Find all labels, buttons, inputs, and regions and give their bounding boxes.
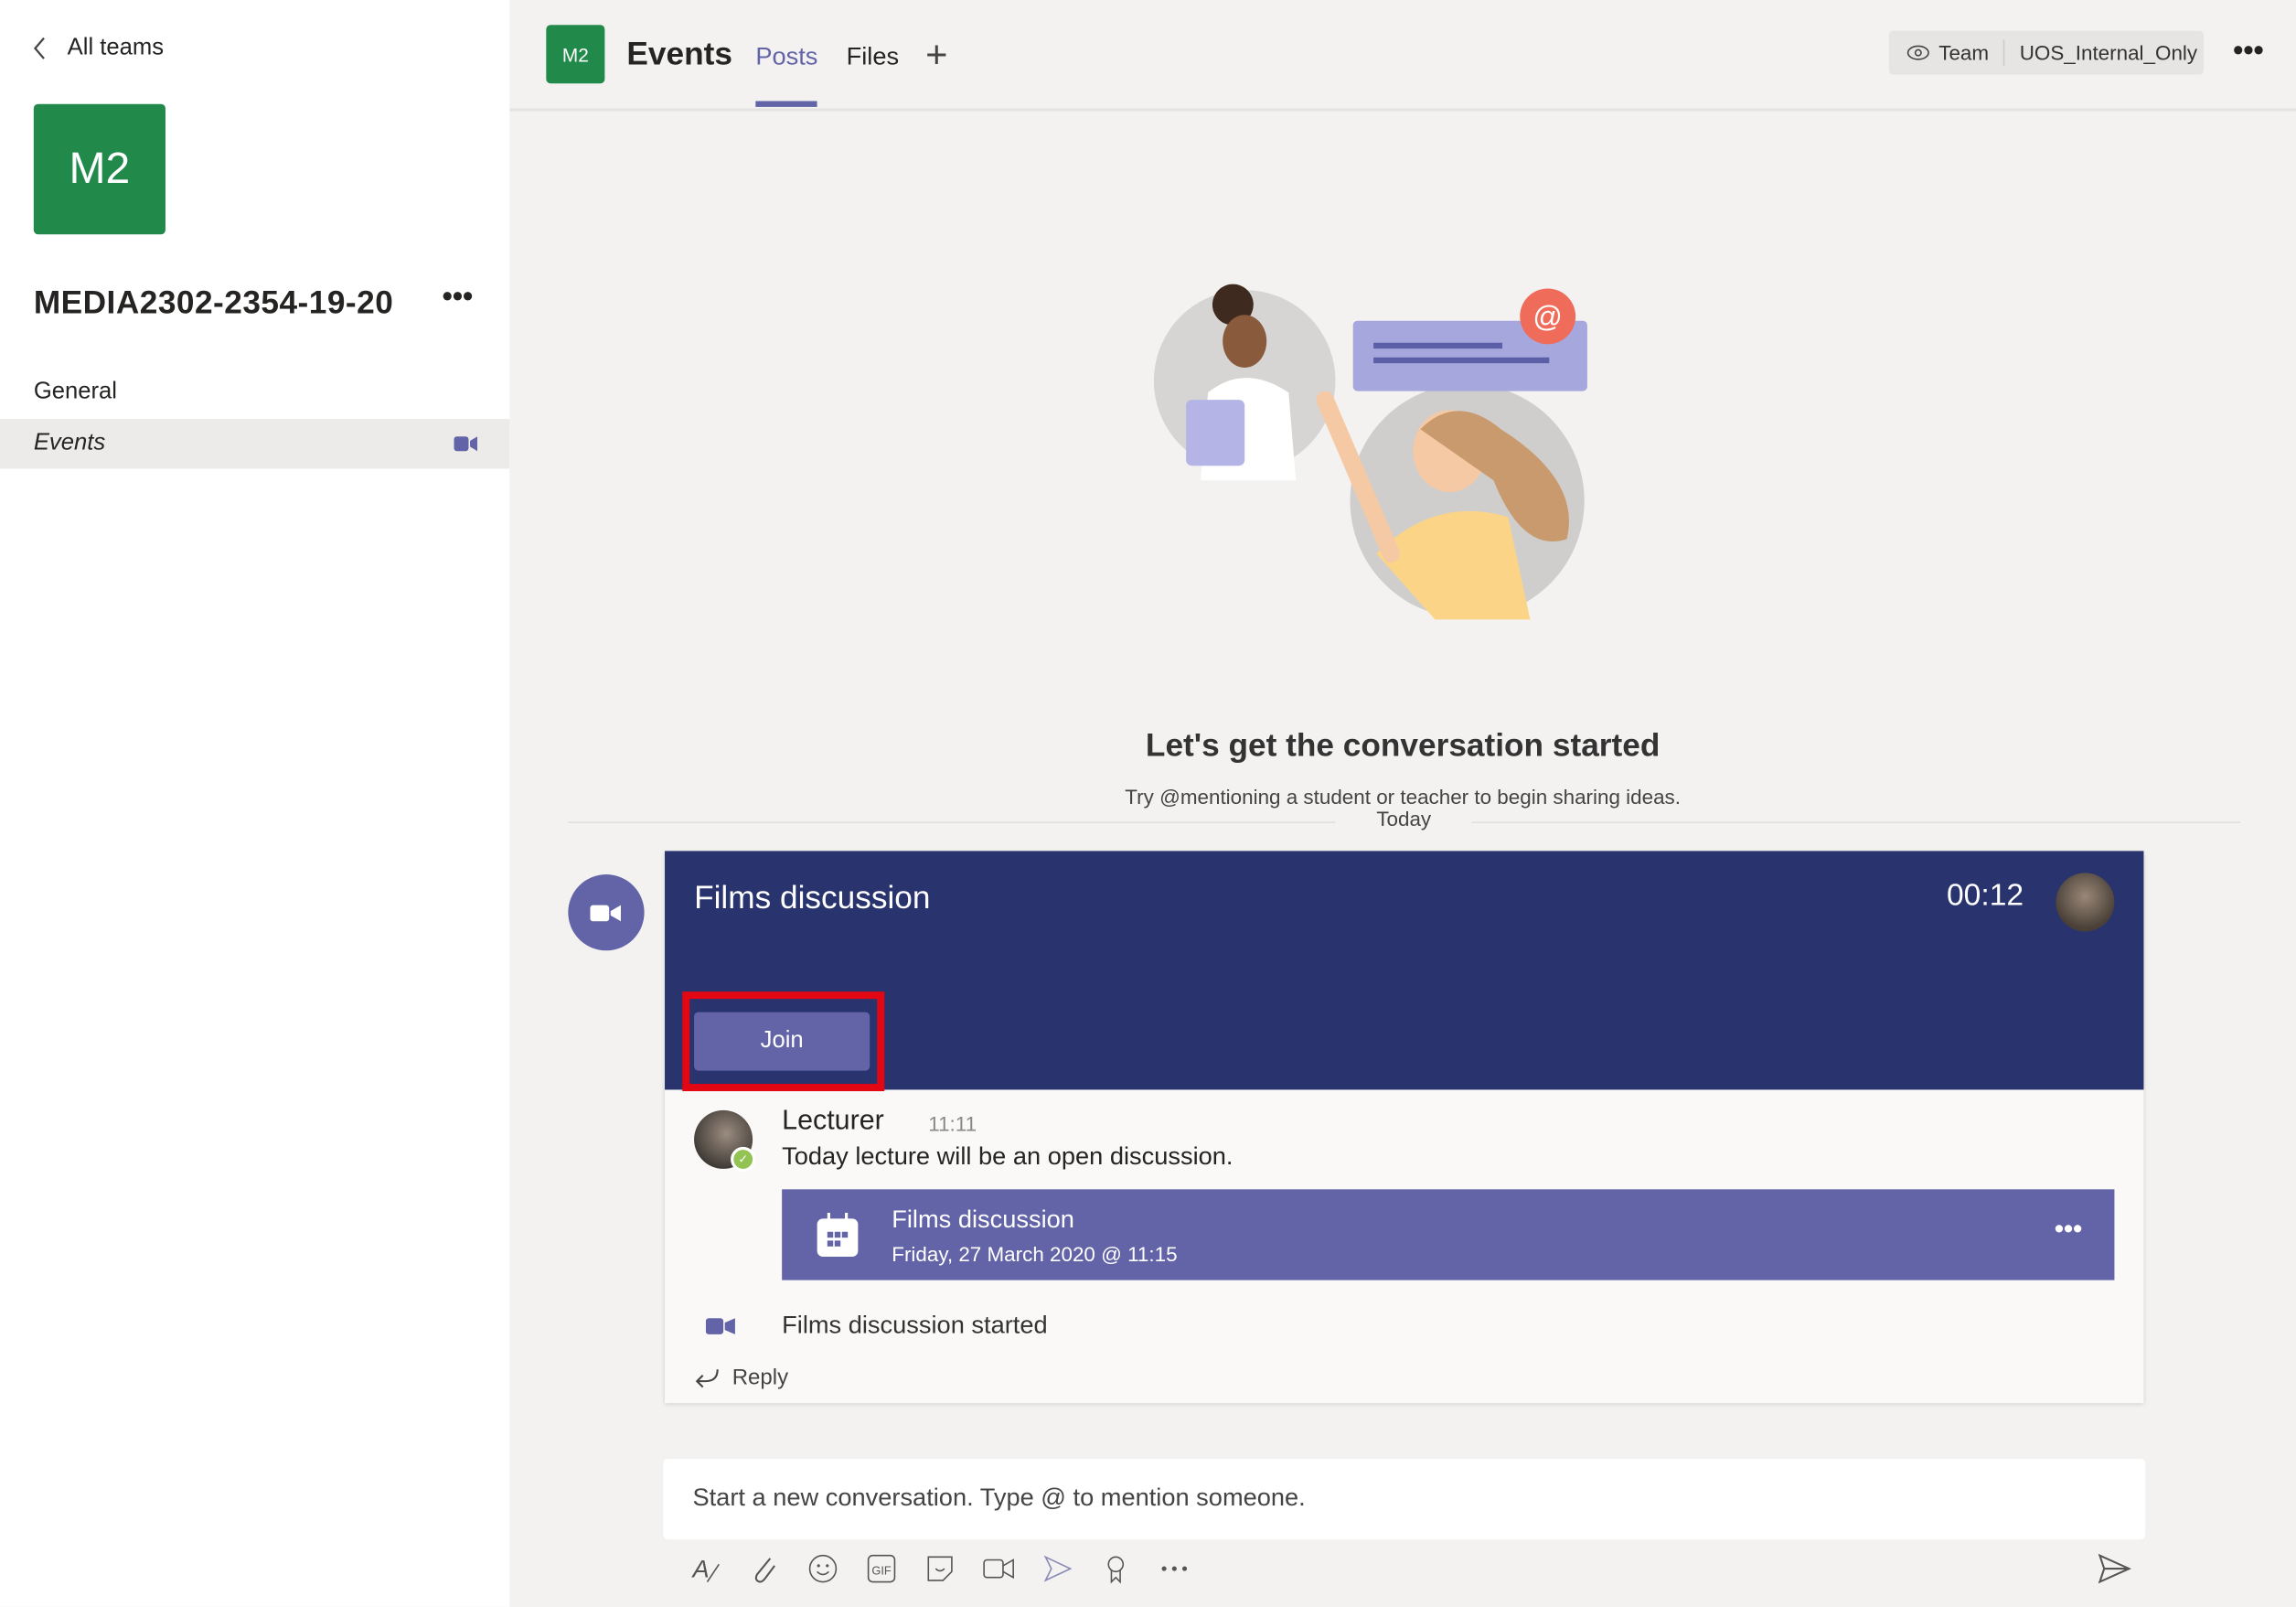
team-label-badge[interactable]: Team UOS_Internal_Only xyxy=(1888,30,2205,75)
team-more-button[interactable]: ••• xyxy=(443,281,474,315)
meeting-duration: 00:12 xyxy=(1946,878,2024,913)
event-date: Friday, 27 March 2020 @ 11:15 xyxy=(892,1241,1178,1266)
date-label: Today xyxy=(1335,807,1472,830)
join-button[interactable]: Join xyxy=(694,1012,870,1071)
meeting-banner: Films discussion 00:12 Join xyxy=(665,851,2144,1092)
channel-events[interactable]: Events xyxy=(0,419,510,469)
team-avatar-small: M2 xyxy=(546,25,605,84)
sticker-icon[interactable] xyxy=(923,1549,957,1588)
praise-icon[interactable] xyxy=(1098,1549,1133,1588)
more-options-button[interactable]: ••• xyxy=(2233,35,2264,69)
attach-icon[interactable] xyxy=(747,1549,782,1588)
divider xyxy=(2003,39,2005,67)
svg-text:@: @ xyxy=(1532,300,1563,333)
reply-button[interactable]: Reply xyxy=(694,1366,788,1390)
add-tab-button[interactable]: + xyxy=(925,32,947,78)
post-message: Today lecture will be an open discussion… xyxy=(782,1142,1233,1171)
channel-header: M2 Events Posts Files + Team UOS_Interna… xyxy=(509,0,2296,112)
classification-label: UOS_Internal_Only xyxy=(2019,40,2198,65)
calendar-icon xyxy=(817,1212,859,1258)
send-icon[interactable] xyxy=(2097,1552,2131,1584)
all-teams-link[interactable]: All teams xyxy=(32,35,164,61)
new-conversation-input[interactable]: Start a new conversation. Type @ to ment… xyxy=(663,1458,2146,1540)
meeting-started-icon xyxy=(705,1318,735,1334)
author-avatar[interactable]: ✓ xyxy=(694,1109,756,1173)
event-more-button[interactable]: ••• xyxy=(2055,1215,2082,1246)
chevron-left-icon xyxy=(33,37,45,59)
meeting-event-card[interactable]: Films discussion Friday, 27 March 2020 @… xyxy=(782,1189,2115,1280)
channel-label: General xyxy=(33,379,117,404)
gif-icon[interactable]: GIF xyxy=(864,1549,899,1588)
all-teams-label: All teams xyxy=(67,35,165,60)
meeting-thread-card: Films discussion 00:12 Join ✓ Lecturer 1… xyxy=(665,851,2144,1404)
svg-text:A: A xyxy=(690,1555,709,1583)
system-message: Films discussion started xyxy=(782,1311,1048,1339)
team-avatar: M2 xyxy=(33,103,166,235)
video-camera-icon xyxy=(590,905,621,922)
team-name: MEDIA2302-2354-19-20 xyxy=(33,284,394,321)
meeting-title: Films discussion xyxy=(694,878,931,916)
eye-icon xyxy=(1906,45,1929,60)
compose-toolbar: A GIF xyxy=(689,1549,1192,1588)
more-apps-icon[interactable] xyxy=(1157,1549,1191,1588)
channel-label: Events xyxy=(33,430,106,456)
reply-label: Reply xyxy=(732,1365,789,1390)
active-tab-indicator xyxy=(755,101,817,107)
reply-arrow-icon xyxy=(695,1368,719,1387)
event-title: Films discussion xyxy=(892,1205,1074,1234)
empty-state-subtext: Try @mentioning a student or teacher to … xyxy=(1125,785,1681,809)
visibility-label: Team xyxy=(1938,40,1990,65)
tab-files[interactable]: Files xyxy=(847,42,900,71)
stream-icon[interactable] xyxy=(1040,1549,1074,1588)
author-name[interactable]: Lecturer xyxy=(782,1106,884,1138)
empty-state-heading: Let's get the conversation started xyxy=(1145,726,1661,764)
channel-general[interactable]: General xyxy=(0,368,509,417)
meet-now-icon[interactable] xyxy=(981,1549,1016,1588)
post-time: 11:11 xyxy=(928,1111,977,1136)
conversation-illustration: @ xyxy=(1153,284,1587,620)
format-icon[interactable]: A xyxy=(689,1549,723,1588)
sidebar: All teams M2 MEDIA2302-2354-19-20 ••• Ge… xyxy=(0,0,510,1607)
emoji-icon[interactable] xyxy=(806,1549,840,1588)
teams-window: All teams M2 MEDIA2302-2354-19-20 ••• Ge… xyxy=(0,0,2296,1607)
meeting-icon-avatar xyxy=(568,874,645,951)
status-available-icon: ✓ xyxy=(731,1146,756,1173)
participant-avatar xyxy=(2056,873,2115,932)
meeting-active-icon xyxy=(454,436,478,452)
channel-title: Events xyxy=(626,35,732,72)
tab-posts[interactable]: Posts xyxy=(755,42,817,71)
svg-text:GIF: GIF xyxy=(871,1564,892,1578)
